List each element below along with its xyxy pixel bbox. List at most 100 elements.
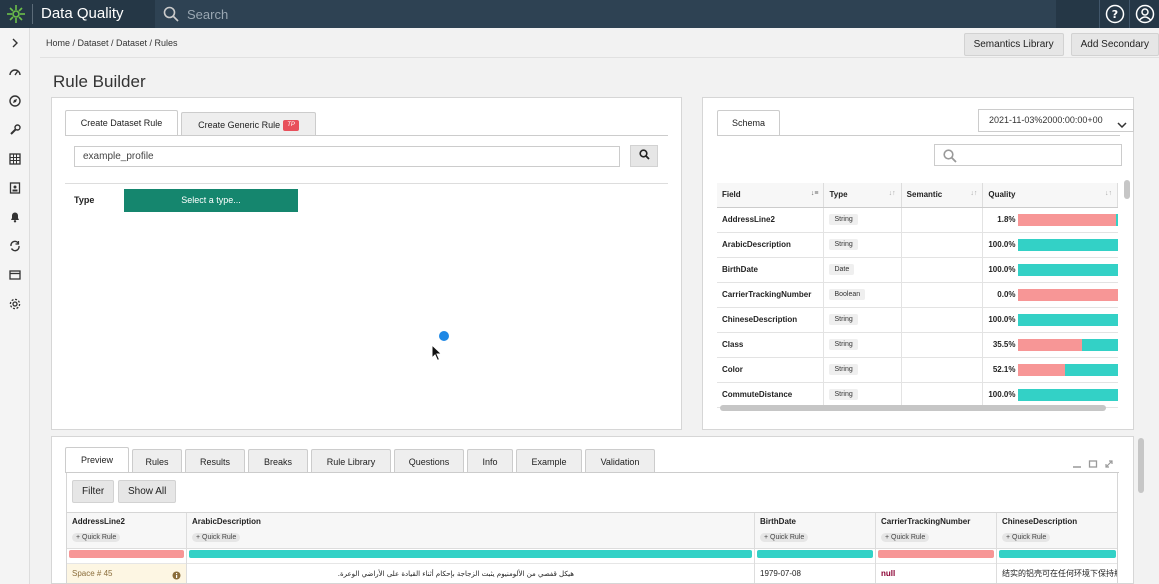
column-header[interactable]: BirthDate + Quick Rule	[755, 513, 875, 549]
schema-horizontal-scrollbar[interactable]	[720, 405, 1106, 411]
tab-info[interactable]: Info	[467, 449, 513, 473]
alerts-bell-icon[interactable]	[0, 202, 30, 231]
page-vertical-scrollbar[interactable]	[1138, 438, 1144, 493]
schema-col-field[interactable]: Field ↓≡	[717, 183, 825, 208]
schema-row[interactable]: AddressLine2 String 1.8%	[717, 207, 1118, 233]
profile-input[interactable]: example_profile	[74, 146, 620, 167]
quality-bar-fill	[1115, 213, 1118, 226]
loading-dot	[439, 331, 449, 341]
schema-type-cell: String	[823, 357, 902, 383]
quick-rule-button[interactable]: + Quick Rule	[192, 533, 241, 542]
quality-bar-cell	[1015, 382, 1118, 408]
schema-type-cell: String	[823, 307, 902, 333]
schema-semantic-cell[interactable]	[901, 207, 984, 233]
schema-row[interactable]: ChineseDescription String 100.0%	[717, 307, 1118, 333]
breadcrumb[interactable]: Home / Dataset / Dataset / Rules	[46, 38, 178, 48]
app-logo-icon[interactable]	[0, 0, 32, 28]
schema-semantic-cell[interactable]	[901, 382, 984, 408]
tab-create-generic-rule[interactable]: Create Generic Rule TP	[181, 112, 316, 136]
profile-search-button[interactable]	[630, 145, 658, 167]
quality-percent: 100.0%	[982, 382, 1016, 408]
cell-value[interactable]: null	[876, 563, 996, 583]
column-header[interactable]: ArabicDescription + Quick Rule	[187, 513, 754, 549]
column-name: CarrierTrackingNumber	[881, 517, 971, 526]
schema-row[interactable]: CommuteDistance String 100.0%	[717, 382, 1118, 408]
tab-create-dataset-rule[interactable]: Create Dataset Rule	[65, 110, 178, 136]
type-select[interactable]: Select a type...	[124, 189, 298, 212]
help-icon[interactable]: ?	[1099, 0, 1129, 28]
schema-row[interactable]: CarrierTrackingNumber Boolean 0.0%	[717, 282, 1118, 308]
schema-col-semantic[interactable]: Semantic ↓↑	[901, 183, 984, 208]
preview-column: BirthDate + Quick Rule 1979-07-08	[755, 513, 876, 583]
schema-semantic-cell[interactable]	[901, 232, 984, 258]
sync-icon[interactable]	[0, 231, 30, 260]
quick-rule-button[interactable]: + Quick Rule	[72, 533, 121, 542]
quick-rule-button[interactable]: + Quick Rule	[760, 533, 809, 542]
show-all-button[interactable]: Show All	[118, 480, 177, 503]
semantics-library-button[interactable]: Semantics Library	[963, 33, 1064, 56]
dashboard-gauge-icon[interactable]	[0, 57, 30, 86]
schema-search-input[interactable]	[934, 144, 1122, 166]
tab-rule-library[interactable]: Rule Library	[311, 449, 391, 473]
tab-questions[interactable]: Questions	[394, 449, 464, 473]
quality-bar	[1017, 388, 1118, 401]
schema-semantic-cell[interactable]	[901, 282, 984, 308]
wrench-icon[interactable]	[0, 115, 30, 144]
minimize-icon[interactable]	[1072, 456, 1082, 474]
tab-preview[interactable]: Preview	[65, 447, 129, 473]
column-header[interactable]: ChineseDescription + Quick Rule	[997, 513, 1117, 549]
tab-breaks[interactable]: Breaks	[248, 449, 308, 473]
quick-rule-button[interactable]: + Quick Rule	[881, 533, 930, 542]
column-header[interactable]: AddressLine2 + Quick Rule	[67, 513, 186, 549]
date-select[interactable]: 2021-11-03%2000:00:00+00	[978, 109, 1134, 132]
column-quality-bar	[189, 550, 752, 558]
quality-percent: 100.0%	[982, 307, 1016, 333]
window-controls	[1072, 456, 1114, 474]
type-pill: String	[829, 214, 858, 225]
cell-value[interactable]: 1979-07-08	[755, 563, 875, 583]
tab-schema[interactable]: Schema	[717, 110, 780, 136]
schema-semantic-cell[interactable]	[901, 307, 984, 333]
schema-col-field-label: Field	[722, 190, 741, 200]
user-icon[interactable]	[1129, 0, 1159, 28]
global-search[interactable]	[155, 0, 1056, 28]
schema-semantic-cell[interactable]	[901, 332, 984, 358]
column-header[interactable]: CarrierTrackingNumber + Quick Rule	[876, 513, 996, 549]
schema-col-type[interactable]: Type ↓↑	[823, 183, 902, 208]
restore-icon[interactable]	[1088, 456, 1098, 474]
schema-type-cell: Boolean	[823, 282, 902, 308]
tab-example[interactable]: Example	[516, 449, 582, 473]
search-input[interactable]	[187, 6, 687, 22]
schema-semantic-cell[interactable]	[901, 357, 984, 383]
column-quality-bar	[69, 550, 184, 558]
quality-bar-cell	[1015, 332, 1118, 358]
toolbar-area	[66, 473, 1118, 512]
schema-semantic-cell[interactable]	[901, 257, 984, 283]
expand-chevron-icon[interactable]	[0, 28, 30, 57]
cell-value[interactable]: Space # 45	[67, 563, 186, 583]
settings-gear-icon[interactable]	[0, 289, 30, 318]
cell-value[interactable]: هيكل قفصي من الألومنيوم يثبت الزجاجة بإح…	[187, 563, 754, 583]
quality-bar-fill	[1017, 388, 1118, 401]
calendar-window-icon[interactable]	[0, 260, 30, 289]
explore-compass-icon[interactable]	[0, 86, 30, 115]
tab-results[interactable]: Results	[185, 449, 245, 473]
filter-button[interactable]: Filter	[72, 480, 115, 503]
add-secondary-button[interactable]: Add Secondary	[1070, 33, 1159, 56]
schema-vertical-scrollbar[interactable]	[1124, 180, 1130, 199]
catalog-grid-icon[interactable]	[0, 144, 30, 173]
schema-row[interactable]: Class String 35.5%	[717, 332, 1118, 358]
column-name: ChineseDescription	[1002, 517, 1078, 526]
schema-col-quality[interactable]: Quality ↓↑	[982, 183, 1118, 208]
cell-value[interactable]: 结实的铝壳可在任何环境下保持瓶	[997, 563, 1117, 583]
top-bar: Data Quality ?	[0, 0, 1159, 28]
schema-row[interactable]: BirthDate Date 100.0%	[717, 257, 1118, 283]
info-icon[interactable]	[172, 567, 181, 583]
expand-icon[interactable]	[1104, 456, 1114, 474]
quick-rule-button[interactable]: + Quick Rule	[1002, 533, 1051, 542]
schema-row[interactable]: Color String 52.1%	[717, 357, 1118, 383]
tab-rules[interactable]: Rules	[132, 449, 182, 473]
tab-validation[interactable]: Validation	[585, 449, 655, 473]
reports-icon[interactable]	[0, 173, 30, 202]
schema-row[interactable]: ArabicDescription String 100.0%	[717, 232, 1118, 258]
